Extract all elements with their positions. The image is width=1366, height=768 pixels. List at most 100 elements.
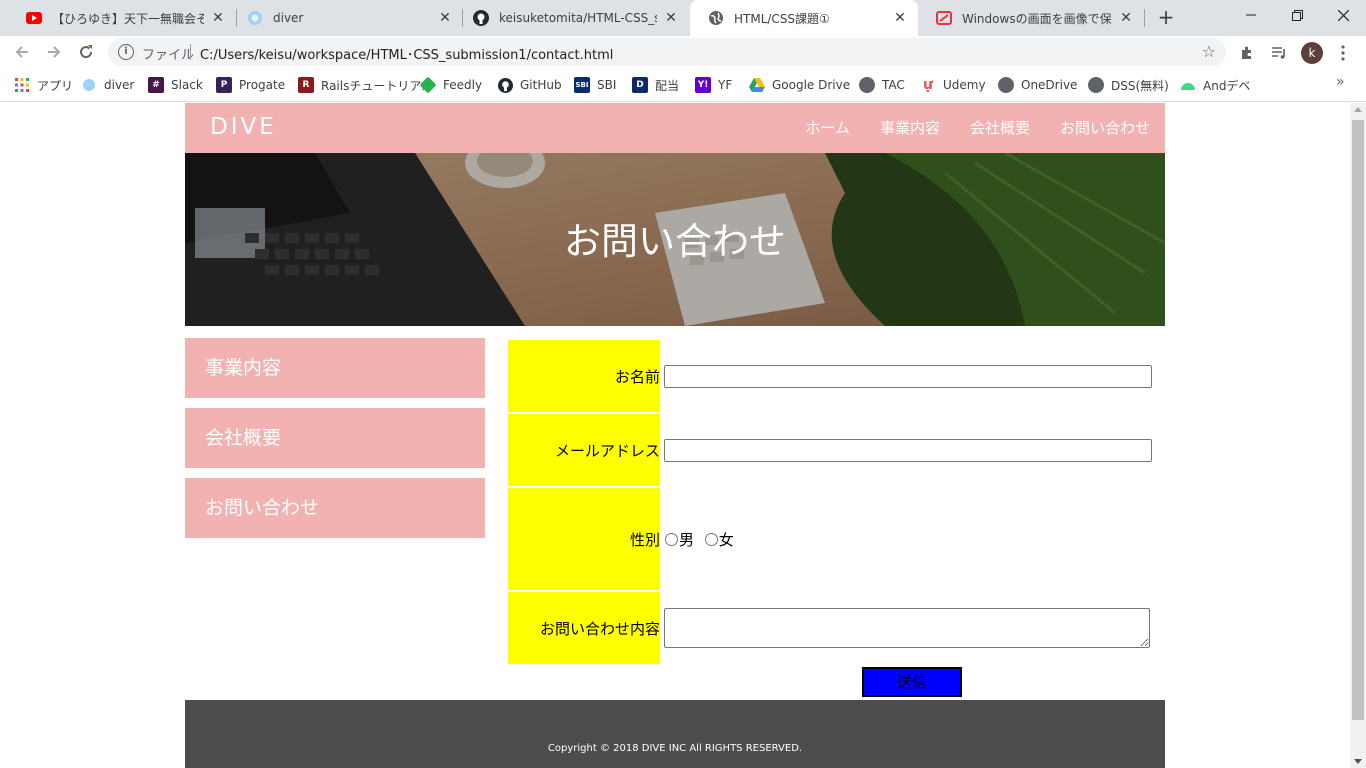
email-input[interactable] bbox=[664, 438, 1152, 462]
gender-cell: 男 女 bbox=[662, 488, 1154, 590]
bookmark-label: OneDrive bbox=[1021, 78, 1078, 92]
gender-male-option[interactable]: 男 bbox=[664, 529, 699, 550]
bookmark-label: アプリ bbox=[37, 78, 74, 93]
reload-icon[interactable] bbox=[74, 40, 98, 64]
bookmark-feedly[interactable]: Feedly bbox=[419, 76, 482, 94]
minimize-icon[interactable] bbox=[1228, 0, 1274, 30]
address-divider bbox=[190, 44, 191, 60]
close-tab-icon[interactable]: ✕ bbox=[1118, 10, 1134, 26]
bookmark-google-drive[interactable]: Google Drive bbox=[749, 76, 850, 94]
bookmark-label: TAC bbox=[882, 78, 905, 92]
browser-toolbar: i ファイル C:/Users/keisu/workspace/HTML･CSS… bbox=[0, 36, 1366, 68]
bookmark-sbi[interactable]: SBI SBI bbox=[574, 76, 616, 94]
nav-business[interactable]: 事業内容 bbox=[880, 117, 940, 138]
bookmarks-overflow-chevron-icon[interactable]: » bbox=[1336, 74, 1345, 90]
close-tab-icon[interactable]: ✕ bbox=[210, 10, 226, 26]
bookmark-apps[interactable]: アプリ bbox=[14, 76, 73, 94]
d-icon: D bbox=[632, 77, 648, 93]
page-viewport: DIVE ホーム 事業内容 会社概要 お問い合わせ お問い合わせ 事業内容 会社… bbox=[0, 103, 1350, 768]
youtube-icon bbox=[26, 10, 42, 26]
chrome-menu-icon[interactable] bbox=[1334, 44, 1352, 62]
tab-title: 【ひろゆき】天下一無職会その後、 bbox=[52, 11, 204, 26]
gender-label: 性別 bbox=[508, 488, 660, 590]
nav-home[interactable]: ホーム bbox=[805, 117, 850, 138]
media-queue-icon[interactable] bbox=[1270, 44, 1288, 62]
gender-female-option[interactable]: 女 bbox=[704, 529, 739, 550]
bookmark-udemy[interactable]: ự Udemy bbox=[920, 76, 986, 94]
bookmark-label: 配当 bbox=[655, 78, 680, 93]
bookmark-yf[interactable]: Y! YF bbox=[695, 76, 732, 94]
forward-arrow-icon[interactable] bbox=[42, 40, 66, 64]
new-tab-button[interactable]: + bbox=[1154, 6, 1178, 30]
hero-banner: お問い合わせ bbox=[185, 153, 1165, 326]
close-window-icon[interactable] bbox=[1320, 0, 1366, 30]
side-menu-business[interactable]: 事業内容 bbox=[185, 338, 485, 398]
site-footer: Copyright © 2018 DIVE INC All RIGHTS RES… bbox=[185, 700, 1165, 768]
tab-active-contact[interactable]: HTML/CSS課題① ✕ bbox=[690, 0, 918, 36]
site-header: DIVE ホーム 事業内容 会社概要 お問い合わせ bbox=[185, 103, 1165, 153]
form-row-email: メールアドレス bbox=[508, 414, 1154, 486]
radio-female[interactable] bbox=[704, 532, 718, 546]
site-logo[interactable]: DIVE bbox=[210, 114, 277, 140]
nav-contact[interactable]: お問い合わせ bbox=[1060, 117, 1150, 138]
bookmark-dss[interactable]: DSS(無料) bbox=[1088, 76, 1169, 94]
email-label: メールアドレス bbox=[508, 414, 660, 486]
address-bar[interactable]: i ファイル C:/Users/keisu/workspace/HTML･CSS… bbox=[108, 38, 1226, 66]
globe-icon bbox=[998, 77, 1014, 93]
tab-windows-article[interactable]: Windowsの画面を画像で保存す ✕ bbox=[918, 0, 1144, 36]
globe-icon bbox=[1088, 77, 1104, 93]
bookmark-slack[interactable]: # Slack bbox=[148, 76, 203, 94]
apps-grid-icon bbox=[14, 77, 30, 93]
bookmark-star-icon[interactable]: ☆ bbox=[1202, 42, 1216, 61]
bookmark-label: YF bbox=[718, 78, 733, 92]
diver-icon bbox=[81, 77, 97, 93]
close-tab-icon[interactable]: ✕ bbox=[892, 10, 908, 26]
extensions-puzzle-icon[interactable] bbox=[1238, 44, 1256, 62]
form-row-name: お名前 bbox=[508, 340, 1154, 412]
restore-icon[interactable] bbox=[1274, 0, 1320, 30]
message-textarea[interactable] bbox=[664, 608, 1150, 648]
tab-github[interactable]: keisuketomita/HTML-CSS_subr ✕ bbox=[455, 0, 689, 36]
yahoo-finance-icon: Y! bbox=[695, 77, 711, 93]
side-menu-company[interactable]: 会社概要 bbox=[185, 408, 485, 468]
message-label: お問い合わせ内容 bbox=[508, 592, 660, 664]
bookmarks-bar: アプリ diver # Slack P Progate R Railsチュートリ… bbox=[0, 68, 1366, 102]
bookmark-android-dev[interactable]: Andデベ bbox=[1180, 76, 1250, 94]
bookmark-dividend[interactable]: D 配当 bbox=[632, 76, 679, 94]
github-icon bbox=[473, 10, 489, 26]
tab-title: Windowsの画面を画像で保存す bbox=[962, 11, 1112, 26]
bookmark-label: SBI bbox=[597, 78, 617, 92]
scrollbar-thumb[interactable] bbox=[1352, 120, 1364, 720]
url-text[interactable]: C:/Users/keisu/workspace/HTML･CSS_submis… bbox=[200, 44, 613, 63]
bookmark-diver[interactable]: diver bbox=[81, 76, 134, 94]
bookmark-progate[interactable]: P Progate bbox=[216, 76, 285, 94]
image-site-icon bbox=[936, 10, 952, 26]
scroll-up-arrow-icon[interactable] bbox=[1354, 107, 1362, 112]
tab-diver[interactable]: diver ✕ bbox=[229, 0, 463, 36]
nav-company[interactable]: 会社概要 bbox=[970, 117, 1030, 138]
bookmark-label: Progate bbox=[239, 78, 286, 92]
close-tab-icon[interactable]: ✕ bbox=[663, 10, 679, 26]
bookmark-rails[interactable]: R Railsチュートリアル bbox=[298, 76, 433, 94]
radio-male[interactable] bbox=[665, 532, 678, 546]
tab-title: diver bbox=[273, 11, 304, 25]
github-icon bbox=[497, 77, 513, 93]
submit-button[interactable]: 送信 bbox=[862, 667, 962, 697]
contact-form: お名前 メールアドレス 性別 男 女 お問い合わせ内容 bbox=[506, 338, 1156, 666]
name-cell bbox=[662, 340, 1154, 412]
info-icon[interactable]: i bbox=[118, 44, 134, 60]
feedly-icon bbox=[419, 76, 437, 94]
slack-icon: # bbox=[148, 77, 164, 93]
bookmark-tac[interactable]: TAC bbox=[859, 76, 905, 94]
back-arrow-icon[interactable] bbox=[10, 40, 34, 64]
tab-youtube[interactable]: 【ひろゆき】天下一無職会その後、 ✕ bbox=[8, 0, 236, 36]
copyright-text: Copyright © 2018 DIVE INC All RIGHTS RES… bbox=[547, 743, 803, 754]
close-tab-icon[interactable]: ✕ bbox=[437, 10, 453, 26]
name-input[interactable] bbox=[664, 364, 1152, 388]
page-scrollbar[interactable] bbox=[1350, 103, 1366, 768]
bookmark-onedrive[interactable]: OneDrive bbox=[998, 76, 1077, 94]
profile-avatar[interactable]: k bbox=[1301, 42, 1323, 64]
bookmark-github[interactable]: GitHub bbox=[497, 76, 562, 94]
scroll-down-arrow-icon[interactable] bbox=[1354, 759, 1362, 764]
side-menu-contact[interactable]: お問い合わせ bbox=[185, 478, 485, 538]
